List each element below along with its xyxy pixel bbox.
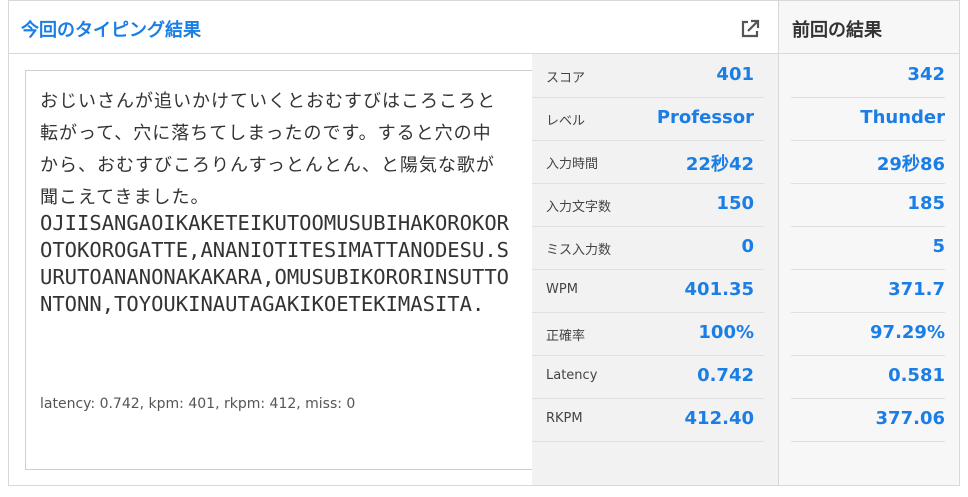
panel-border-right [959, 0, 960, 486]
stat-value: 401.35 [684, 279, 754, 300]
panel-border-bottom [8, 485, 960, 486]
stat-label: 入力文字数 [546, 200, 612, 215]
stat-label: 入力時間 [546, 157, 599, 172]
stat-row-score: スコア 401 [532, 54, 764, 98]
stat-value: 0.742 [697, 365, 754, 386]
prev-value: 342 [907, 64, 945, 85]
stat-value: 401 [716, 64, 754, 85]
stat-row-latency: Latency 0.742 [532, 355, 764, 399]
stat-row-miss-count: ミス入力数 0 [532, 226, 764, 270]
stat-row-char-count: 入力文字数 150 [532, 183, 764, 227]
external-link-icon[interactable] [739, 18, 761, 40]
japanese-text: おじいさんが追いかけていくとおむすびはころころと転がって、穴に落ちてしまったので… [40, 91, 496, 208]
stat-label: レベル [546, 114, 586, 129]
stat-row-accuracy: 正確率 100% [532, 312, 764, 356]
current-result-header: 今回のタイピング結果 [9, 1, 778, 54]
prev-row-time: 29秒86 [791, 140, 945, 184]
stat-row-rkpm: RKPM 412.40 [532, 398, 764, 442]
prev-row-level: Thunder [791, 97, 945, 141]
prev-row-score: 342 [791, 54, 945, 98]
stats-summary-line: latency: 0.742, kpm: 401, rkpm: 412, mis… [40, 396, 356, 412]
stat-value: 100% [698, 322, 754, 343]
previous-result-title: 前回の結果 [792, 20, 882, 41]
stat-value: Professor [656, 107, 754, 128]
stat-label: スコア [546, 71, 586, 86]
prev-row-latency: 0.581 [791, 355, 945, 399]
prev-row-char-count: 185 [791, 183, 945, 227]
romaji-text: OJIISANGAOIKAKETEIKUTOOMUSUBIHAKOROKOROT… [40, 211, 509, 316]
stat-label: RKPM [546, 411, 583, 426]
stat-value: 412.40 [684, 408, 754, 429]
stat-label: ミス入力数 [546, 243, 612, 258]
stat-row-time: 入力時間 22秒42 [532, 140, 764, 184]
stat-row-wpm: WPM 401.35 [532, 269, 764, 313]
prev-value: 29秒86 [876, 154, 945, 175]
panel-border-left [8, 0, 9, 486]
prev-value: 377.06 [875, 408, 945, 429]
stat-label: 正確率 [546, 329, 586, 344]
prev-value: 0.581 [888, 365, 945, 386]
stat-row-level: レベル Professor [532, 97, 764, 141]
prev-row-accuracy: 97.29% [791, 312, 945, 356]
stat-value: 150 [716, 193, 754, 214]
current-result-title: 今回のタイピング結果 [21, 20, 201, 41]
stat-label: WPM [546, 282, 578, 297]
typed-text-box: おじいさんが追いかけていくとおむすびはころころと転がって、穴に落ちてしまったので… [25, 70, 532, 470]
prev-row-wpm: 371.7 [791, 269, 945, 313]
prev-value: 371.7 [888, 279, 945, 300]
prev-row-rkpm: 377.06 [791, 398, 945, 442]
prev-value: 185 [907, 193, 945, 214]
prev-row-miss-count: 5 [791, 226, 945, 270]
stat-label: Latency [546, 368, 598, 383]
prev-value: Thunder [860, 107, 945, 128]
stat-value: 0 [741, 236, 754, 257]
previous-stats-column: 342 Thunder 29秒86 185 5 371.7 97.29% 0.5… [779, 54, 959, 485]
stat-value: 22秒42 [685, 154, 754, 175]
previous-result-header: 前回の結果 [779, 1, 959, 54]
prev-value: 97.29% [870, 322, 945, 343]
current-stats-column: スコア 401 レベル Professor 入力時間 22秒42 入力文字数 1… [532, 54, 778, 485]
prev-value: 5 [932, 236, 945, 257]
